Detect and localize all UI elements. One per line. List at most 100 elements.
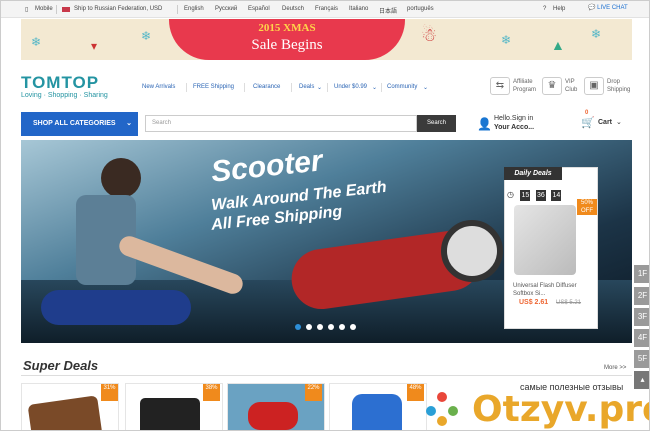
nav-deals[interactable]: Deals xyxy=(299,84,314,90)
search-button[interactable]: Search xyxy=(417,115,456,132)
affiliate-line1: Affiliate xyxy=(513,79,533,85)
affiliate-line2: Program xyxy=(513,87,537,93)
search-input[interactable]: Search xyxy=(145,115,417,132)
mobile-icon[interactable]: ▯ xyxy=(25,6,28,13)
floor-tab-4[interactable]: 4F xyxy=(634,329,649,347)
help-icon[interactable]: ? xyxy=(543,6,546,12)
divider xyxy=(21,375,632,376)
model-hair xyxy=(101,158,141,198)
divider xyxy=(291,83,292,92)
deal-product-image[interactable] xyxy=(514,205,576,275)
lang-italian[interactable]: Italiano xyxy=(349,6,368,12)
discount-badge: 48% xyxy=(407,384,424,401)
clock-icon: ◷ xyxy=(507,190,514,199)
chevron-down-icon: ⌄ xyxy=(423,85,429,91)
chevron-down-icon: ⌄ xyxy=(126,120,132,127)
countdown-timer: ◷ 15 36 14 xyxy=(507,184,591,201)
cart-icon: 🛒 xyxy=(581,117,595,129)
super-deals-title: Super Deals xyxy=(23,358,99,373)
user-icon: 👤 xyxy=(477,117,492,131)
vip-club-link[interactable]: VIP Club xyxy=(565,78,577,94)
carousel-dot[interactable] xyxy=(317,324,323,330)
timer-minutes: 36 xyxy=(535,190,546,201)
discount-badge: 38% xyxy=(203,384,220,401)
floor-tab-3[interactable]: 3F xyxy=(634,308,649,326)
ship-to-selector[interactable]: Ship to Russian Federation, USD xyxy=(74,6,162,12)
carousel-dot[interactable] xyxy=(295,324,301,330)
more-link[interactable]: More >> xyxy=(604,365,626,371)
drop-line2: Shipping xyxy=(607,87,631,93)
affiliate-icon[interactable]: ⇆ xyxy=(490,77,510,95)
deal-price: US$ 2.61 xyxy=(519,299,549,306)
nav-free-shipping[interactable]: FREE Shipping xyxy=(193,84,234,90)
chat-icon: 💬 xyxy=(588,5,596,11)
floor-tab-2[interactable]: 2F xyxy=(634,287,649,305)
powerbank-image xyxy=(140,398,200,430)
chevron-down-icon: ⌄ xyxy=(616,119,622,126)
xmas-promo-banner[interactable]: ❄ ▾ ❄ 2015 XMAS Sale Begins ☃ ❄ ▲ ❄ xyxy=(21,19,632,60)
hoverboard-blue xyxy=(41,290,191,325)
banner-center: 2015 XMAS Sale Begins xyxy=(169,19,405,60)
floor-tab-5[interactable]: 5F xyxy=(634,350,649,368)
nav-clearance[interactable]: Clearance xyxy=(253,84,280,90)
carousel-dot[interactable] xyxy=(350,324,356,330)
box-icon[interactable]: ▣ xyxy=(584,77,604,95)
shop-all-label: SHOP ALL CATEGORIES xyxy=(33,120,116,127)
carousel-dot[interactable] xyxy=(306,324,312,330)
bow-icon: ▾ xyxy=(91,39,98,53)
wallet-image xyxy=(27,395,103,430)
shop-all-categories-button[interactable]: SHOP ALL CATEGORIES ⌄ xyxy=(21,112,138,136)
chevron-down-icon: ⌄ xyxy=(317,85,323,91)
daily-deals-label: Daily Deals xyxy=(504,167,562,180)
discount-badge: 31% xyxy=(101,384,118,401)
deal-old-price: US$ 5.21 xyxy=(556,300,582,306)
flag-icon xyxy=(62,7,70,12)
santa-icon: ☃ xyxy=(421,25,438,45)
lang-french[interactable]: Français xyxy=(315,6,338,12)
lang-german[interactable]: Deutsch xyxy=(282,6,304,12)
sign-in-label: Hello.Sign in xyxy=(494,115,534,122)
discount-badge: 22% xyxy=(305,384,322,401)
affiliate-link[interactable]: Affiliate Program xyxy=(513,78,536,94)
carousel-dot[interactable] xyxy=(328,324,334,330)
account-label: Your Acco... xyxy=(494,124,535,131)
help-link[interactable]: Help xyxy=(553,6,565,12)
crown-icon[interactable]: ♛ xyxy=(542,77,562,95)
back-to-top-icon[interactable]: ▴ xyxy=(634,371,649,389)
drop-shipping-link[interactable]: Drop Shipping xyxy=(607,78,630,94)
snowflake-icon: ❄ xyxy=(141,29,152,43)
deal-product-name[interactable]: Universal Flash Diffuser Softbox Si... xyxy=(513,282,597,298)
mobile-link[interactable]: Mobile xyxy=(35,6,53,12)
live-chat-label: LIVE CHAT xyxy=(597,5,628,11)
logo[interactable]: TOMTOP xyxy=(21,73,99,93)
banner-line2: Sale Begins xyxy=(251,37,323,53)
tree-icon: ▲ xyxy=(551,37,565,53)
floor-tab-1[interactable]: 1F xyxy=(634,265,649,283)
lang-portuguese[interactable]: português xyxy=(407,6,434,12)
chevron-down-icon: ⌄ xyxy=(372,85,378,91)
top-bar: ▯ Mobile Ship to Russian Federation, USD… xyxy=(1,1,649,18)
wheel-icon xyxy=(441,220,503,282)
page: ▯ Mobile Ship to Russian Federation, USD… xyxy=(0,0,650,431)
nav-community[interactable]: Community xyxy=(387,84,417,90)
live-chat-button[interactable]: 💬 LIVE CHAT xyxy=(588,4,638,15)
snowflake-icon: ❄ xyxy=(501,33,512,47)
carousel-dot[interactable] xyxy=(339,324,345,330)
jersey-image xyxy=(352,394,402,430)
hero-title: Scooter xyxy=(209,144,325,189)
lang-spanish[interactable]: Español xyxy=(248,6,270,12)
divider xyxy=(327,83,328,92)
banner-line1: 2015 XMAS xyxy=(258,22,316,34)
nav-under-099[interactable]: Under $0.99 xyxy=(334,84,367,90)
timer-seconds: 14 xyxy=(551,190,562,201)
divider xyxy=(177,5,178,14)
divider xyxy=(56,5,57,14)
lang-english[interactable]: English xyxy=(184,6,204,12)
lang-russian[interactable]: Русский xyxy=(215,6,237,12)
lang-japanese[interactable]: 日本語 xyxy=(379,6,397,15)
watermark-logo-icon xyxy=(423,389,461,427)
cart-label: Cart xyxy=(598,119,613,126)
nav-new-arrivals[interactable]: New Arrivals xyxy=(142,84,175,90)
timer-hours: 15 xyxy=(520,190,531,201)
vip-line1: VIP xyxy=(565,79,575,85)
